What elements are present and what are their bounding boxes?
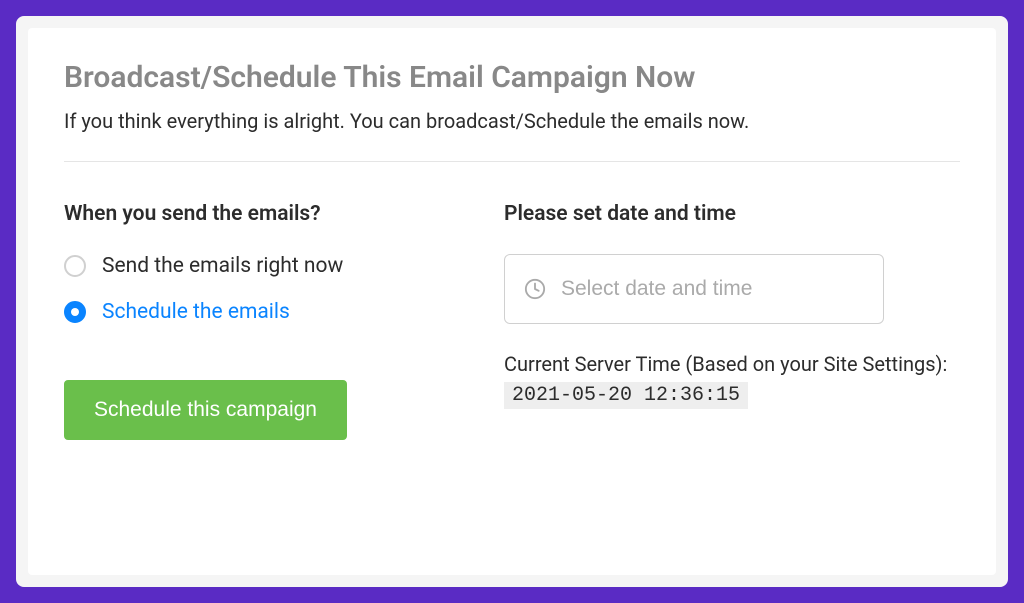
send-timing-radio-group: Send the emails right now Schedule the e…: [64, 254, 444, 324]
datetime-heading: Please set date and time: [504, 202, 960, 226]
radio-send-now[interactable]: Send the emails right now: [64, 254, 444, 278]
datetime-input[interactable]: [504, 254, 884, 324]
radio-schedule[interactable]: Schedule the emails: [64, 300, 444, 324]
divider: [64, 161, 960, 162]
server-time-label: Current Server Time (Based on your Site …: [504, 352, 960, 376]
send-timing-column: When you send the emails? Send the email…: [64, 202, 444, 440]
datetime-input-wrap: [504, 254, 960, 324]
campaign-schedule-card: Broadcast/Schedule This Email Campaign N…: [28, 28, 996, 575]
radio-label: Schedule the emails: [102, 300, 290, 324]
send-timing-heading: When you send the emails?: [64, 202, 444, 226]
radio-label: Send the emails right now: [102, 254, 343, 278]
card-title: Broadcast/Schedule This Email Campaign N…: [64, 60, 960, 95]
content-row: When you send the emails? Send the email…: [64, 202, 960, 440]
radio-icon: [64, 301, 86, 323]
submit-row: Schedule this campaign: [64, 380, 444, 440]
server-time-value: 2021-05-20 12:36:15: [504, 382, 748, 409]
clock-icon: [524, 278, 546, 300]
card-subtitle: If you think everything is alright. You …: [64, 109, 960, 133]
radio-icon: [64, 255, 86, 277]
outer-panel: Broadcast/Schedule This Email Campaign N…: [16, 16, 1008, 587]
datetime-column: Please set date and time Current Server …: [504, 202, 960, 440]
schedule-campaign-button[interactable]: Schedule this campaign: [64, 380, 347, 440]
